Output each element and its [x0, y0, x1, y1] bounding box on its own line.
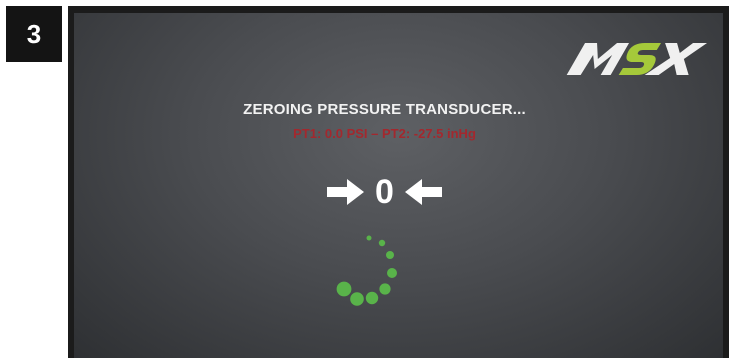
spinner-dot [386, 251, 394, 259]
step-number: 3 [26, 18, 42, 49]
arrow-right-icon [327, 179, 365, 205]
step-number-badge: 3 [6, 6, 62, 62]
screen-display: ZEROING PRESSURE TRANSDUCER... PT1: 0.0 … [74, 13, 723, 358]
spinner-dot [378, 239, 386, 247]
spinner-dot [366, 235, 372, 241]
device-screen: ZEROING PRESSURE TRANSDUCER... PT1: 0.0 … [68, 6, 729, 358]
spinner-dot [336, 281, 352, 297]
loading-spinner-icon [336, 235, 397, 306]
msx-logo [566, 43, 708, 75]
status-title: ZEROING PRESSURE TRANSDUCER... [243, 101, 526, 118]
spinner-dot [350, 292, 364, 306]
spinner-dot [365, 291, 379, 305]
spinner-dot [379, 283, 391, 295]
pressure-readings: PT1: 0.0 PSI – PT2: -27.5 inHg [293, 126, 476, 141]
arrow-left-icon [404, 179, 442, 205]
spinner-dot [387, 268, 397, 278]
zero-indicator: 0 [74, 173, 709, 211]
zero-value: 0 [375, 173, 394, 211]
